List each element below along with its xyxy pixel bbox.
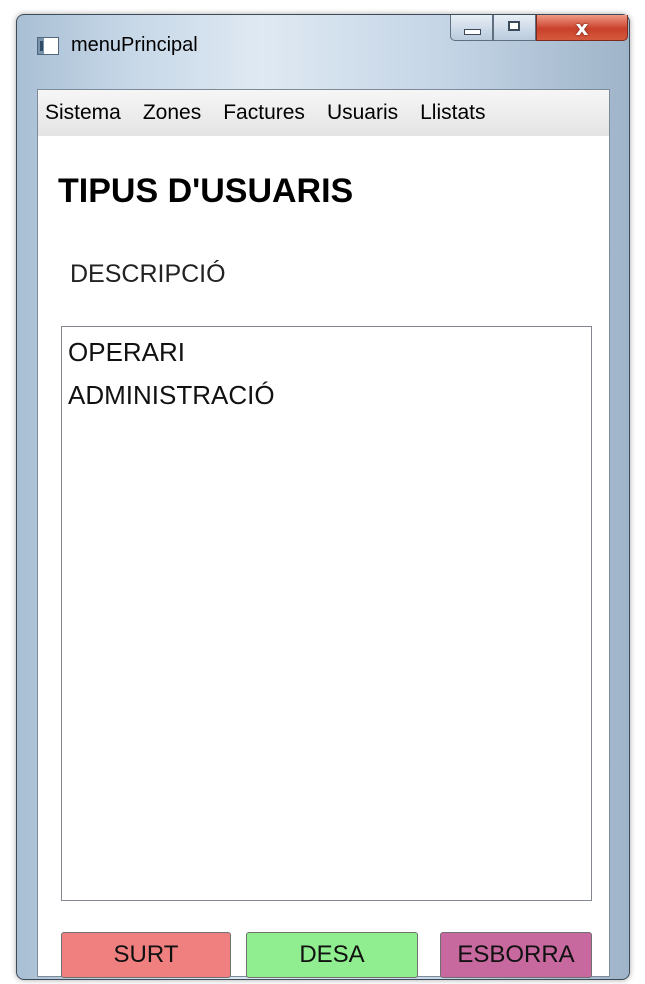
page-title: TIPUS D'USUARIS xyxy=(58,172,354,210)
maximize-button[interactable] xyxy=(493,15,536,41)
menu-item-zones[interactable]: Zones xyxy=(136,101,209,125)
menu-item-usuaris[interactable]: Usuaris xyxy=(320,101,406,125)
exit-button[interactable]: SURT xyxy=(61,932,231,978)
save-button[interactable]: DESA xyxy=(246,932,418,978)
list-item[interactable]: OPERARI xyxy=(62,331,591,374)
column-header-descripcio: DESCRIPCIÓ xyxy=(70,260,226,288)
caption-buttons: x xyxy=(450,15,628,43)
user-types-list[interactable]: OPERARI ADMINISTRACIÓ xyxy=(61,326,592,901)
menu-item-sistema[interactable]: Sistema xyxy=(38,101,129,125)
maximize-icon xyxy=(508,21,520,31)
title-bar[interactable]: menuPrincipal x xyxy=(17,15,629,73)
window-title: menuPrincipal xyxy=(71,34,198,56)
close-button[interactable]: x xyxy=(536,15,628,41)
minimize-button[interactable] xyxy=(450,15,493,41)
menu-item-llistats[interactable]: Llistats xyxy=(413,101,493,125)
menu-bar: Sistema Zones Factures Usuaris Llistats xyxy=(38,90,609,136)
list-item[interactable]: ADMINISTRACIÓ xyxy=(62,374,591,417)
minimize-icon xyxy=(464,29,481,35)
menu-item-factures[interactable]: Factures xyxy=(216,101,313,125)
window-client-area: Sistema Zones Factures Usuaris Llistats … xyxy=(37,89,610,978)
app-window: menuPrincipal x Sistema Zones Factures U… xyxy=(16,14,630,980)
close-icon: x xyxy=(575,16,589,40)
app-window-icon xyxy=(37,37,59,55)
delete-button[interactable]: ESBORRA xyxy=(440,932,592,978)
